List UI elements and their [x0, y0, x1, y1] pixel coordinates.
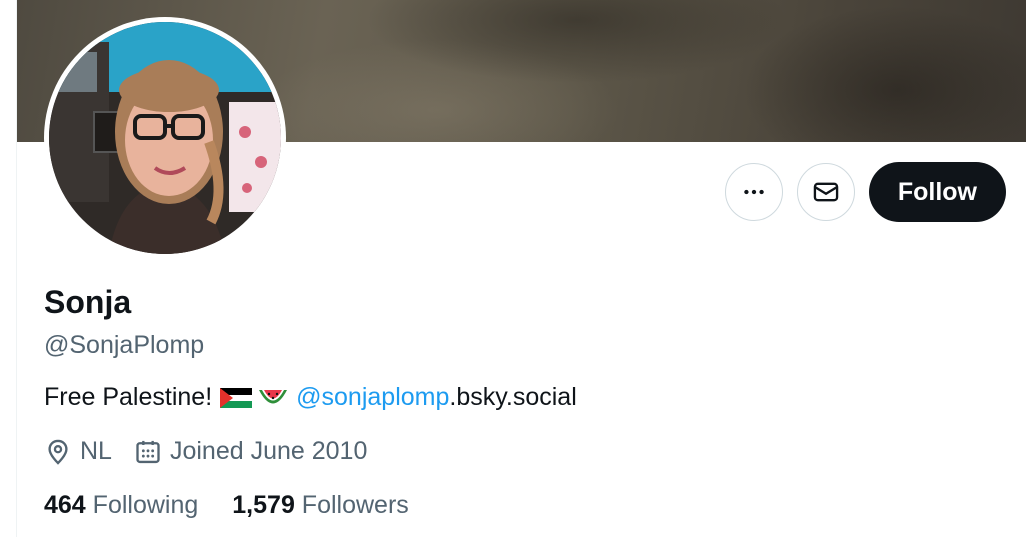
profile-stats: 464 Following 1,579 Followers — [44, 491, 443, 520]
bio-link-domain: .bsky.social — [449, 383, 577, 411]
watermelon-icon — [259, 389, 288, 403]
follow-button[interactable]: Follow — [868, 162, 1006, 222]
location-pin-icon — [48, 439, 68, 465]
more-button[interactable] — [724, 163, 783, 221]
calendar-icon — [136, 440, 160, 463]
profile-actions: Follow — [724, 162, 1006, 222]
envelope-icon — [813, 182, 839, 202]
followers-label: Followers — [301, 491, 409, 519]
profile-display-name: Sonja — [44, 284, 132, 320]
followers-link[interactable]: 1,579 Followers — [232, 491, 409, 520]
bio-link-mention[interactable]: @sonjaplomp — [296, 383, 449, 412]
location-item: NL — [44, 437, 112, 466]
followers-count: 1,579 — [232, 491, 295, 519]
joined-text: Joined June 2010 — [169, 437, 368, 465]
more-horizontal-icon — [744, 189, 764, 195]
following-count: 464 — [44, 491, 86, 519]
location-text: NL — [80, 437, 112, 465]
following-link[interactable]: 464 Following — [44, 491, 198, 520]
profile-handle: @SonjaPlomp — [44, 331, 205, 359]
following-label: Following — [92, 491, 199, 519]
profile-meta: NL Joined June 2010 — [44, 437, 389, 466]
message-button[interactable] — [796, 163, 855, 221]
palestine-flag-icon — [220, 387, 253, 408]
avatar-ring — [44, 17, 286, 259]
profile-bio: Free Palestine! @sonjaplomp .bsky.social — [44, 383, 577, 412]
avatar[interactable] — [49, 22, 281, 254]
bio-text: Free Palestine! — [44, 383, 213, 411]
joined-item: Joined June 2010 — [134, 437, 367, 466]
